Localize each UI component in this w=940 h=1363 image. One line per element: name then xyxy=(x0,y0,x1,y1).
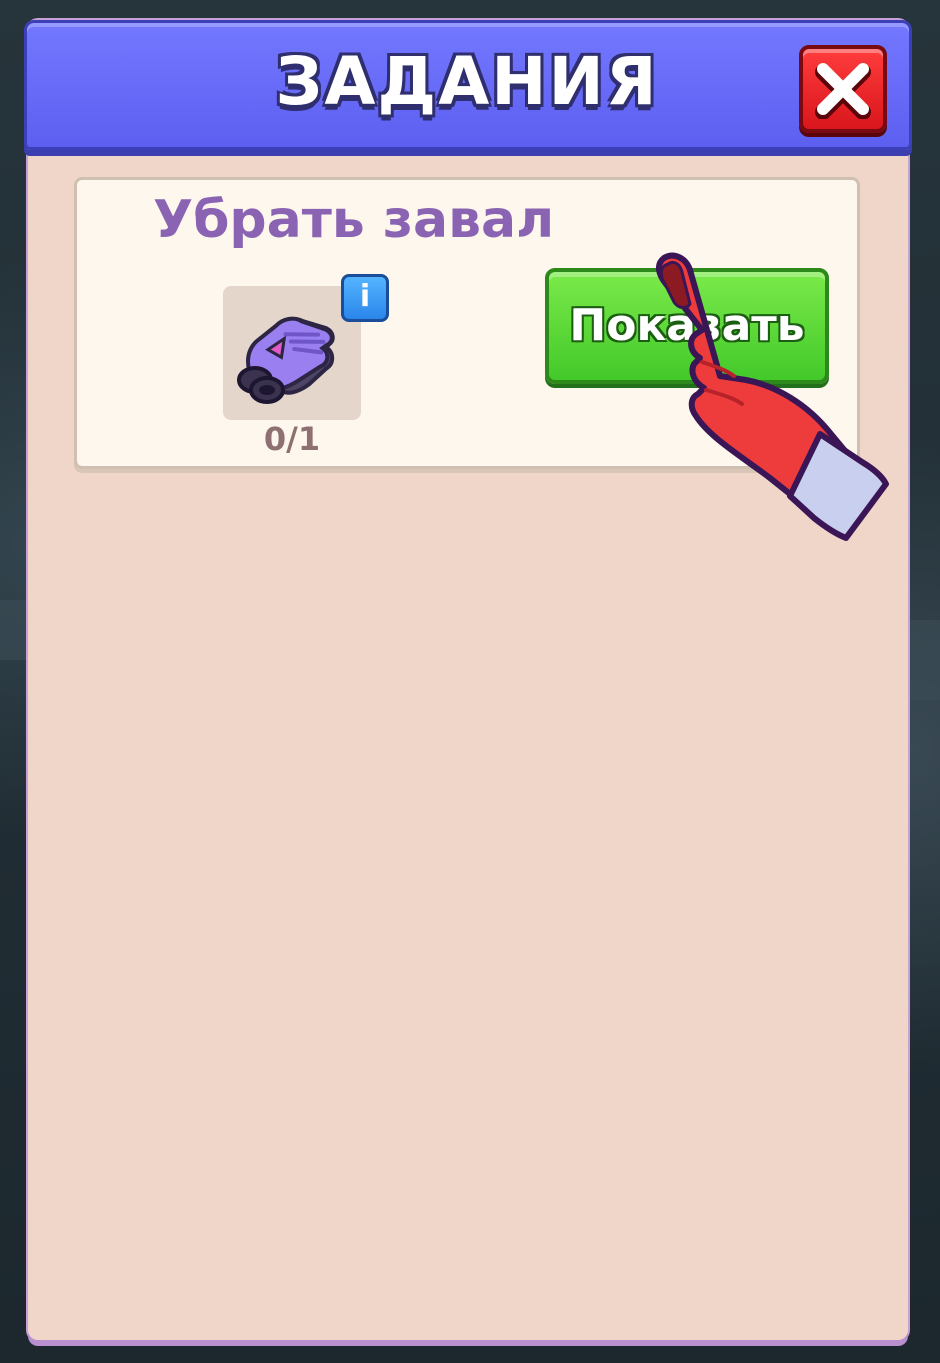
quest-card: Убрать завал i 0/1 Показать xyxy=(74,177,860,469)
close-button[interactable] xyxy=(799,45,887,133)
close-x-icon xyxy=(815,63,871,119)
panel-header: ЗАДАНИЯ xyxy=(24,20,912,150)
gloves-icon xyxy=(237,316,335,404)
background-road xyxy=(0,600,28,660)
show-button[interactable]: Показать xyxy=(545,268,829,384)
quests-panel: ЗАДАНИЯ Убрать завал i 0/1 Показать xyxy=(24,20,912,1340)
show-button-label: Показать xyxy=(569,300,805,351)
item-info-button[interactable]: i xyxy=(341,274,389,322)
background-road xyxy=(908,620,940,700)
quest-title: Убрать завал xyxy=(153,190,555,250)
item-progress-count: 0/1 xyxy=(263,420,321,458)
panel-title: ЗАДАНИЯ xyxy=(275,43,659,120)
